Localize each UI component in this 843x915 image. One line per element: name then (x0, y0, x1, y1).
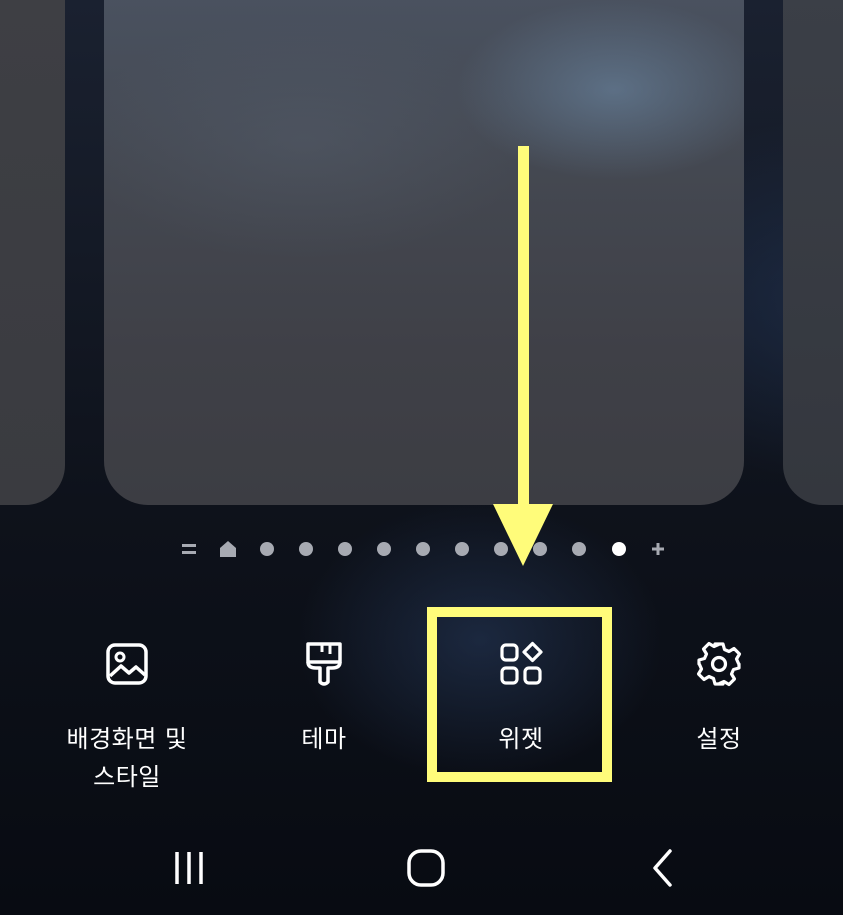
home-screen-edit-mode: 배경화면 및 스타일 테마 위젯 설정 (0, 0, 843, 915)
home-button-icon (407, 848, 445, 887)
page-dot[interactable] (334, 538, 356, 560)
page-dot[interactable] (373, 538, 395, 560)
recent-apps-button[interactable] (139, 830, 239, 905)
home-page-preview-current[interactable] (104, 0, 744, 505)
home-page-indicator-icon[interactable] (217, 538, 239, 560)
home-button[interactable] (376, 830, 476, 905)
wallpaper-and-style-label: 배경화면 및 스타일 (66, 725, 188, 791)
image-icon (106, 643, 148, 685)
page-dot[interactable] (568, 538, 590, 560)
page-dot[interactable] (256, 538, 278, 560)
page-dot[interactable] (295, 538, 317, 560)
page-dot[interactable] (412, 538, 434, 560)
back-icon (653, 848, 672, 887)
home-page-preview-left[interactable] (0, 0, 65, 505)
add-page-plus-icon[interactable] (647, 538, 669, 560)
gear-icon (696, 641, 742, 687)
themes-button[interactable]: 테마 (224, 630, 424, 800)
back-button[interactable] (613, 830, 713, 905)
menu-icon[interactable] (178, 538, 200, 560)
paint-brush-icon (306, 642, 342, 686)
themes-label: 테마 (301, 725, 347, 753)
wallpaper-and-style-button[interactable]: 배경화면 및 스타일 (27, 630, 227, 800)
recent-apps-icon (175, 851, 203, 884)
navigation-bar (0, 830, 843, 905)
settings-label: 설정 (696, 725, 742, 753)
edit-mode-menu: 배경화면 및 스타일 테마 위젯 설정 (0, 630, 843, 800)
page-dot-active[interactable] (608, 538, 630, 560)
page-indicator (174, 538, 674, 560)
home-screen-settings-button[interactable]: 설정 (619, 630, 819, 800)
home-page-preview-right[interactable] (783, 0, 843, 505)
widgets-highlight-annotation (427, 607, 612, 782)
arrow-down-annotation-icon (493, 146, 553, 566)
page-dot[interactable] (451, 538, 473, 560)
